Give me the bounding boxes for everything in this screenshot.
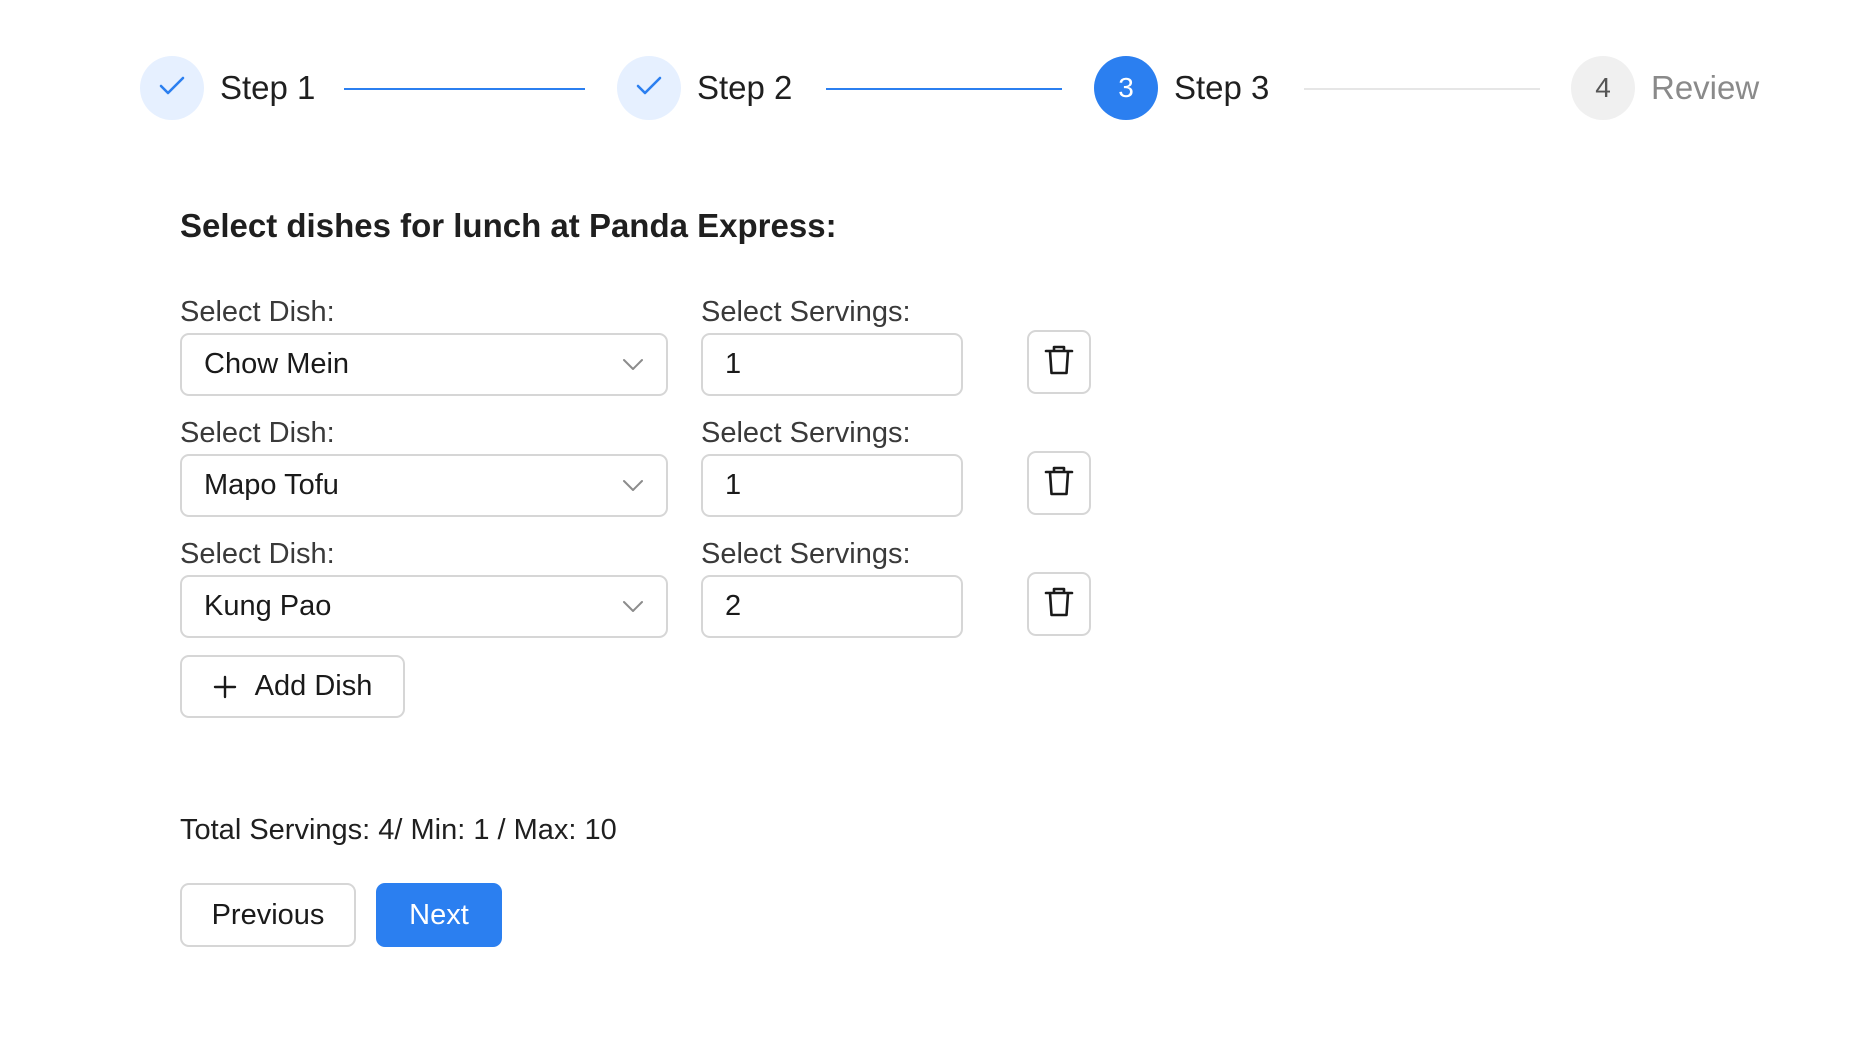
dish-row: Select Dish: Select Servings: Mapo Tofu … xyxy=(180,417,1100,527)
next-button[interactable]: Next xyxy=(376,883,502,947)
check-icon xyxy=(635,72,663,104)
step-3-indicator: 3 xyxy=(1094,56,1158,120)
dish-row: Select Dish: Select Servings: Kung Pao 2 xyxy=(180,538,1100,648)
add-dish-label: Add Dish xyxy=(254,670,373,702)
step-connector xyxy=(344,88,585,90)
dish-select-value: Kung Pao xyxy=(204,590,332,622)
step-2-label: Step 2 xyxy=(697,69,793,106)
step-1[interactable]: Step 1 xyxy=(140,56,315,120)
servings-input[interactable]: 1 xyxy=(701,333,963,396)
stepper: Step 1 Step 2 3 Step 3 4 Review xyxy=(0,0,1874,180)
chevron-down-icon xyxy=(622,475,644,497)
chevron-down-icon xyxy=(622,354,644,376)
step-review-label: Review xyxy=(1651,69,1760,106)
step-3[interactable]: 3 Step 3 xyxy=(1094,56,1269,120)
trash-icon xyxy=(1044,465,1074,502)
step-review-indicator: 4 xyxy=(1571,56,1635,120)
add-dish-button[interactable]: Add Dish xyxy=(180,655,405,718)
step-1-indicator xyxy=(140,56,204,120)
servings-label: Select Servings: xyxy=(701,417,911,449)
dish-select[interactable]: Chow Mein xyxy=(180,333,668,396)
step-connector xyxy=(1304,88,1540,90)
chevron-down-icon xyxy=(622,596,644,618)
step-connector xyxy=(826,88,1062,90)
servings-input[interactable]: 1 xyxy=(701,454,963,517)
step-2[interactable]: Step 2 xyxy=(617,56,792,120)
dish-label: Select Dish: xyxy=(180,538,335,570)
servings-input[interactable]: 2 xyxy=(701,575,963,638)
delete-dish-button[interactable] xyxy=(1027,330,1091,394)
trash-icon xyxy=(1044,344,1074,381)
servings-label: Select Servings: xyxy=(701,538,911,570)
total-servings-text: Total Servings: 4/ Min: 1 / Max: 10 xyxy=(180,814,617,846)
servings-label: Select Servings: xyxy=(701,296,911,328)
step-3-label: Step 3 xyxy=(1174,69,1270,106)
delete-dish-button[interactable] xyxy=(1027,451,1091,515)
previous-button[interactable]: Previous xyxy=(180,883,356,947)
step-review[interactable]: 4 Review xyxy=(1571,56,1759,120)
step-2-indicator xyxy=(617,56,681,120)
dish-select[interactable]: Mapo Tofu xyxy=(180,454,668,517)
dish-select-value: Chow Mein xyxy=(204,348,350,380)
trash-icon xyxy=(1044,586,1074,623)
dish-row: Select Dish: Select Servings: Chow Mein … xyxy=(180,296,1100,406)
plus-icon xyxy=(213,675,237,699)
form-title: Select dishes for lunch at Panda Express… xyxy=(180,207,837,244)
step-1-label: Step 1 xyxy=(220,69,316,106)
dish-label: Select Dish: xyxy=(180,417,335,449)
delete-dish-button[interactable] xyxy=(1027,572,1091,636)
dish-select[interactable]: Kung Pao xyxy=(180,575,668,638)
dish-select-value: Mapo Tofu xyxy=(204,469,339,501)
dish-label: Select Dish: xyxy=(180,296,335,328)
check-icon xyxy=(158,72,186,104)
